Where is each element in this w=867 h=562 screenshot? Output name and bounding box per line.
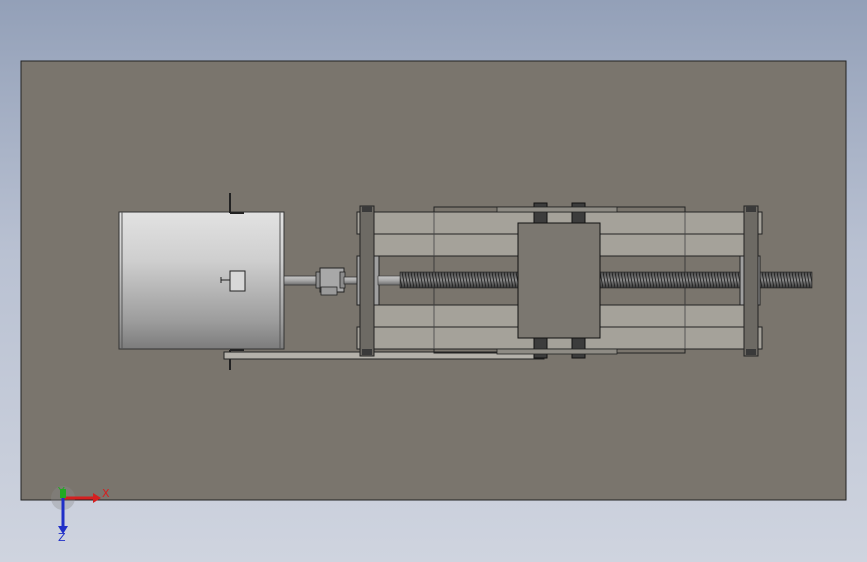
carriage-shoe-top bbox=[496, 206, 618, 213]
lead-screw-right[interactable] bbox=[759, 271, 813, 289]
cad-viewport[interactable]: X Y Z bbox=[0, 0, 867, 562]
x-axis-label: X bbox=[102, 487, 110, 500]
screw-inner-shaft bbox=[377, 275, 401, 286]
y-axis-label: Y bbox=[57, 485, 65, 498]
carriage-shoe-bottom bbox=[496, 348, 618, 355]
carriage[interactable] bbox=[517, 202, 601, 359]
shaft-coupling[interactable] bbox=[315, 267, 346, 296]
z-axis-label: Z bbox=[58, 531, 66, 544]
motor-terminal-box bbox=[229, 270, 246, 292]
lead-screw-middle[interactable] bbox=[599, 271, 741, 289]
motor-cylinder[interactable] bbox=[118, 211, 285, 350]
lead-screw-left[interactable] bbox=[399, 271, 519, 289]
